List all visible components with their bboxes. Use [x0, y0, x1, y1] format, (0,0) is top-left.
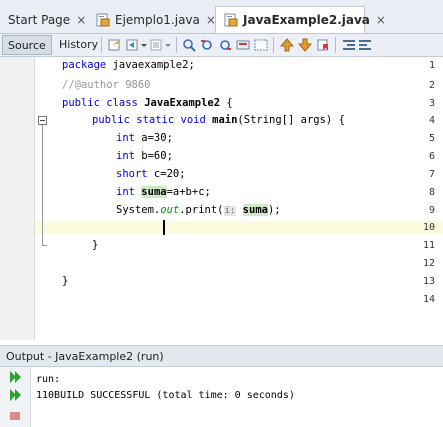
fold-toggle-icon[interactable]: [38, 116, 47, 125]
tab-label: JavaExample2.java: [243, 13, 370, 27]
toolbar-separator: [101, 37, 102, 53]
stop-icon[interactable]: [9, 410, 23, 420]
code-line-7: short c=20;: [116, 168, 186, 181]
toolbar-separator: [176, 37, 177, 53]
code-text: );: [267, 204, 281, 216]
code-line-6: int b=60;: [116, 150, 173, 163]
code-line-13: }: [62, 275, 69, 287]
code-line-3: public class JavaExample2 {: [62, 97, 233, 110]
shift-line-left-icon[interactable]: [342, 38, 356, 52]
java-file-icon: [224, 13, 238, 27]
code-text: b=60;: [134, 150, 173, 162]
line-number-gutter: [0, 57, 35, 340]
code-line-11: }: [92, 239, 99, 251]
back-icon[interactable]: [126, 38, 140, 52]
code-text: {: [220, 97, 233, 109]
next-bookmark-icon[interactable]: [298, 38, 312, 52]
output-line: run:: [36, 374, 61, 385]
fold-guide-end: [42, 245, 47, 246]
line-number: 14: [422, 294, 435, 305]
find-previous-icon[interactable]: [200, 38, 214, 52]
code-line-2: //@author 9860: [62, 79, 151, 91]
line-number: 8: [428, 187, 435, 198]
line-number: 3: [428, 98, 435, 109]
output-line: 110BUILD SUCCESSFUL (total time: 0 secon…: [36, 390, 295, 401]
variable-highlight: suma: [141, 186, 167, 198]
fold-guide: [42, 125, 43, 245]
code-line-5: int a=30;: [116, 132, 173, 145]
keyword: int: [116, 186, 135, 198]
previous-bookmark-icon[interactable]: [280, 38, 294, 52]
keyword: package: [62, 59, 107, 71]
toolbar-separator: [335, 37, 336, 53]
code-line-4: public static void main(String[] args) {: [92, 114, 345, 127]
dropdown-arrow-icon[interactable]: [164, 38, 172, 52]
line-number: 7: [428, 169, 435, 180]
code-line-1: package javaexample2;: [62, 59, 195, 72]
line-number: 13: [422, 276, 435, 287]
current-line-highlight: [35, 221, 443, 234]
editor-tab-bar: Start Page × Ejemplo1.java × JavaExample…: [0, 0, 443, 34]
shift-line-right-icon[interactable]: [358, 38, 372, 52]
line-number: 2: [428, 80, 435, 91]
rerun-icon[interactable]: [9, 370, 23, 384]
code-text: c=20;: [147, 168, 186, 180]
code-editor[interactable]: 1 2 3 4 5 6 7 8 9 10 11 12 13 14 package…: [0, 57, 443, 340]
forward-icon[interactable]: [150, 38, 164, 52]
code-text: =a+b+c;: [166, 186, 211, 198]
close-icon[interactable]: ×: [76, 13, 86, 27]
dropdown-arrow-icon[interactable]: [140, 38, 148, 52]
line-number: 4: [428, 115, 435, 126]
code-text: System.: [116, 204, 161, 216]
keyword: int: [116, 132, 135, 144]
field-name: out: [160, 204, 180, 216]
find-next-icon[interactable]: [218, 38, 232, 52]
class-name: JavaExample2: [144, 97, 221, 109]
tab-javaexample2-java[interactable]: JavaExample2.java ×: [215, 6, 386, 33]
tab-ejemplo1-java[interactable]: Ejemplo1.java ×: [88, 6, 216, 33]
code-text: (String[] args) {: [237, 114, 345, 126]
keyword: public class: [62, 97, 138, 109]
output-panel-title[interactable]: Output - JavaExample2 (run): [0, 345, 443, 367]
code-line-9: System.out.print(i: suma);: [116, 204, 281, 217]
tab-label: Ejemplo1.java: [115, 12, 200, 27]
history-button[interactable]: History: [59, 35, 98, 55]
find-selection-icon[interactable]: [182, 38, 196, 52]
variable-highlight: suma: [242, 204, 268, 216]
line-number: 1: [428, 60, 435, 71]
editor-toolbar: Source History: [0, 34, 443, 57]
keyword: public static void: [92, 114, 206, 126]
text-cursor: [163, 220, 165, 235]
code-line-8: int suma=a+b+c;: [116, 186, 211, 199]
keyword: short: [116, 168, 148, 180]
toggle-rectangular-selection-icon[interactable]: [254, 38, 268, 52]
line-number: 6: [428, 151, 435, 162]
close-icon[interactable]: ×: [376, 13, 386, 27]
code-text: javaexample2;: [106, 59, 195, 71]
tab-label: Start Page: [8, 12, 71, 27]
toggle-highlight-icon[interactable]: [236, 38, 250, 52]
toolbar-separator: [273, 37, 274, 53]
source-button[interactable]: Source: [2, 35, 52, 55]
tab-start-page[interactable]: Start Page ×: [0, 6, 88, 33]
line-number: 11: [422, 240, 435, 251]
code-text: .print(: [179, 204, 224, 216]
line-number: 9: [428, 205, 435, 216]
java-file-icon: [96, 13, 110, 27]
output-panel: run: 110BUILD SUCCESSFUL (total time: 0 …: [0, 367, 443, 427]
toggle-bookmark-icon[interactable]: [316, 38, 330, 52]
line-number: 10: [422, 222, 435, 233]
keyword: int: [116, 150, 135, 162]
parameter-hint: i:: [223, 206, 237, 216]
line-number: 5: [428, 133, 435, 144]
rerun-with-params-icon[interactable]: [9, 388, 23, 402]
method-name: main: [212, 114, 238, 126]
line-number: 12: [422, 258, 435, 269]
last-edit-icon[interactable]: [108, 38, 122, 52]
code-text: a=30;: [134, 132, 173, 144]
